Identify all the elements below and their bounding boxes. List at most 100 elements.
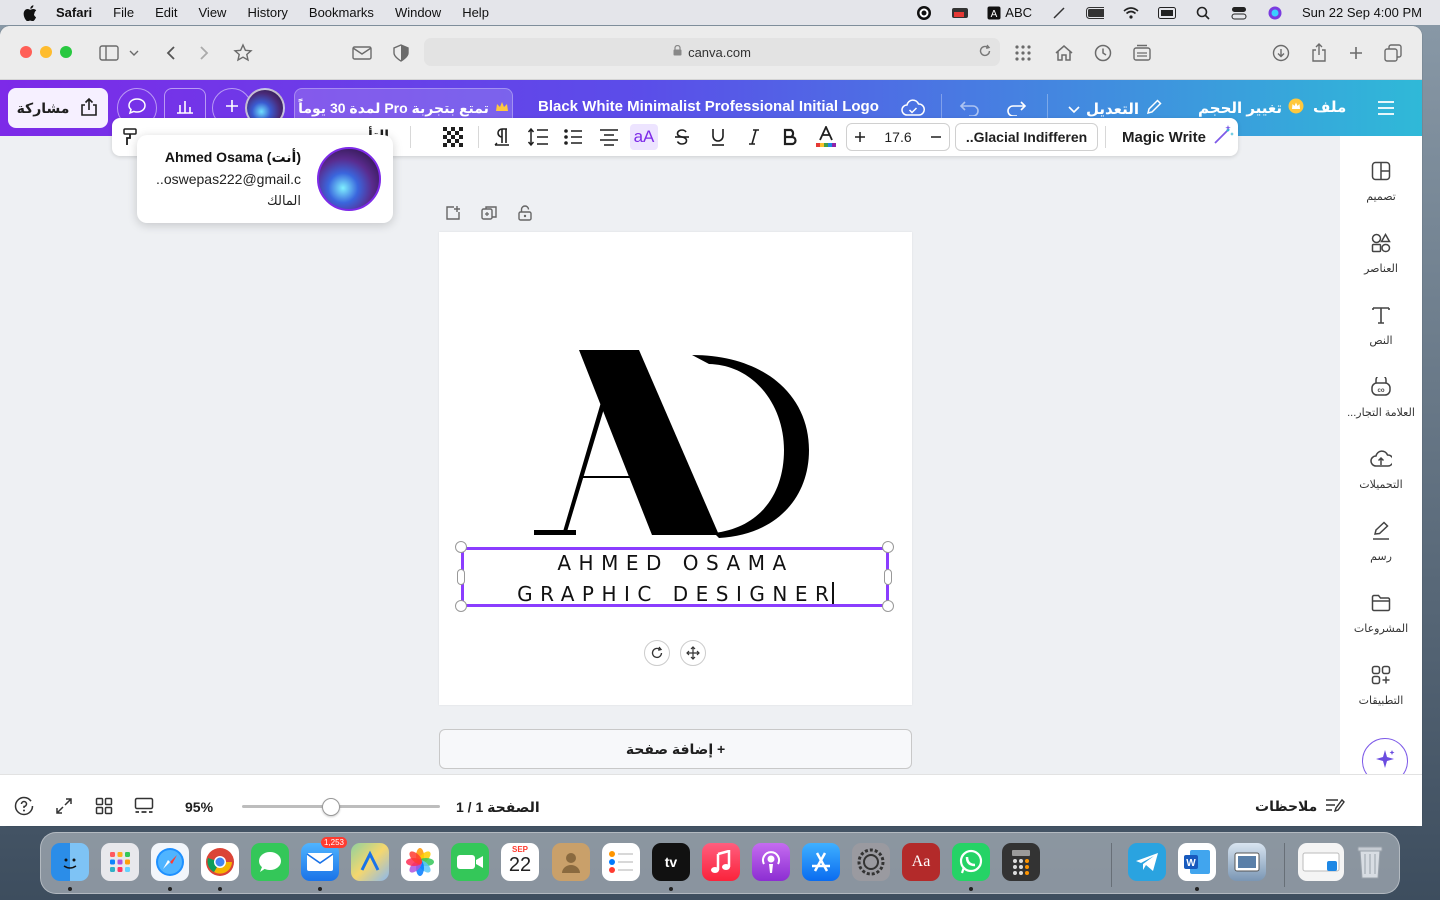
duplicate-page-icon[interactable] xyxy=(476,200,502,226)
align-center-icon[interactable] xyxy=(595,124,623,150)
downloads-icon[interactable] xyxy=(1268,40,1294,66)
calendar-icon[interactable]: SEP 22 xyxy=(501,843,539,881)
sidebar-toggle-icon[interactable] xyxy=(96,40,122,66)
menu-view[interactable]: View xyxy=(199,5,227,20)
menu-file[interactable]: File xyxy=(113,5,134,20)
microsoft-word-icon[interactable]: W xyxy=(1178,843,1216,881)
wifi-icon[interactable] xyxy=(1122,6,1140,20)
spotlight-search-icon[interactable] xyxy=(1194,6,1212,20)
redo-icon[interactable] xyxy=(1004,96,1028,120)
control-center-icon[interactable] xyxy=(1230,6,1248,20)
text-direction-icon[interactable] xyxy=(488,124,516,150)
side-panel-brand[interactable]: co العلامة التجار... xyxy=(1340,374,1422,438)
help-icon[interactable] xyxy=(13,795,35,817)
downloads-stack-icon[interactable] xyxy=(1298,843,1344,881)
font-family-selector[interactable]: ..Glacial Indifferen xyxy=(955,123,1098,151)
tab-overview-icon[interactable] xyxy=(1129,40,1155,66)
menu-bookmarks[interactable]: Bookmarks xyxy=(309,5,374,20)
edit-mode-button[interactable]: التعديل xyxy=(1068,98,1163,120)
font-size-value[interactable]: 17.6 xyxy=(884,129,911,145)
tabs-overview-icon[interactable] xyxy=(1380,40,1406,66)
forward-icon[interactable] xyxy=(191,40,217,66)
siri-icon[interactable] xyxy=(1266,6,1284,20)
close-window-button[interactable] xyxy=(20,46,32,58)
move-icon[interactable] xyxy=(680,640,706,666)
add-note-icon[interactable] xyxy=(440,200,466,226)
file-menu-button[interactable]: ملف xyxy=(1313,98,1346,116)
battery-app-icon[interactable] xyxy=(951,6,969,20)
italic-icon[interactable] xyxy=(740,124,768,150)
telegram-icon[interactable] xyxy=(1128,843,1166,881)
side-panel-elements[interactable]: العناصر xyxy=(1340,230,1422,294)
strikethrough-icon[interactable] xyxy=(668,124,696,150)
zoom-slider-track[interactable] xyxy=(242,805,440,808)
design-page[interactable]: AHMED OSAMA GRAPHIC DESIGNER xyxy=(439,232,912,705)
pen-off-icon[interactable] xyxy=(1050,6,1068,20)
back-icon[interactable] xyxy=(158,40,184,66)
whatsapp-icon[interactable] xyxy=(952,843,990,881)
text-line-title[interactable]: GRAPHIC DESIGNER xyxy=(439,582,912,606)
menubar-datetime[interactable]: Sun 22 Sep 4:00 PM xyxy=(1302,5,1422,20)
page-view-icon[interactable] xyxy=(133,795,155,817)
resize-button[interactable]: تغيير الحجم xyxy=(1198,98,1304,118)
system-settings-icon[interactable] xyxy=(852,843,890,881)
side-panel-uploads[interactable]: التحميلات xyxy=(1340,446,1422,510)
podcasts-icon[interactable] xyxy=(752,843,790,881)
mail-app-icon[interactable]: 1,253 xyxy=(301,837,347,881)
document-title[interactable]: Black White Minimalist Professional Init… xyxy=(538,98,879,115)
facetime-icon[interactable] xyxy=(451,843,489,881)
mail-icon[interactable] xyxy=(349,40,375,66)
bold-icon[interactable] xyxy=(776,124,804,150)
share-button[interactable]: مشاركة xyxy=(8,88,108,128)
menu-history[interactable]: History xyxy=(247,5,287,20)
contacts-icon[interactable] xyxy=(552,843,590,881)
reminders-icon[interactable] xyxy=(602,843,640,881)
minimize-window-button[interactable] xyxy=(40,46,52,58)
zoom-level[interactable]: 95% xyxy=(185,799,213,815)
app-store-icon[interactable] xyxy=(802,843,840,881)
share-icon[interactable] xyxy=(1306,40,1332,66)
side-panel-projects[interactable]: المشروعات xyxy=(1340,590,1422,654)
font-size-increase-icon[interactable] xyxy=(855,129,865,145)
side-panel-design[interactable]: تصميم xyxy=(1340,158,1422,222)
side-panel-apps[interactable]: التطبيقات xyxy=(1340,662,1422,726)
menu-window[interactable]: Window xyxy=(395,5,441,20)
messages-icon[interactable] xyxy=(251,843,289,881)
input-source[interactable]: A ABC xyxy=(987,5,1032,20)
grid-view-icon[interactable] xyxy=(93,795,115,817)
side-panel-draw[interactable]: رسم xyxy=(1340,518,1422,582)
history-clock-icon[interactable] xyxy=(1090,40,1116,66)
bulleted-list-icon[interactable] xyxy=(559,124,587,150)
magic-write-button[interactable]: Magic Write xyxy=(1122,123,1234,151)
menu-help[interactable]: Help xyxy=(462,5,489,20)
underline-icon[interactable] xyxy=(704,124,732,150)
apple-icon[interactable] xyxy=(20,3,40,23)
notes-button[interactable]: ملاحظات xyxy=(1255,797,1346,816)
calculator-icon[interactable] xyxy=(1002,843,1040,881)
trash-icon[interactable] xyxy=(1351,843,1389,881)
fullscreen-icon[interactable] xyxy=(53,795,75,817)
transparency-icon[interactable] xyxy=(439,124,467,150)
zoom-window-button[interactable] xyxy=(60,46,72,58)
preview-icon[interactable] xyxy=(1228,843,1266,881)
extensions-grid-icon[interactable] xyxy=(1010,40,1036,66)
side-panel-text[interactable]: النص xyxy=(1340,302,1422,366)
privacy-shield-icon[interactable] xyxy=(388,40,414,66)
safari-app-icon[interactable] xyxy=(151,843,189,881)
cloud-saved-icon[interactable] xyxy=(901,96,925,120)
letter-case-button[interactable]: aA xyxy=(630,124,658,150)
home-icon[interactable] xyxy=(1051,40,1077,66)
spacing-icon[interactable] xyxy=(524,124,552,150)
add-page-button[interactable]: + إضافة صفحة xyxy=(439,729,912,769)
keyboard-icon[interactable] xyxy=(1158,6,1177,20)
bookmark-star-icon[interactable] xyxy=(230,40,256,66)
hamburger-menu-icon[interactable] xyxy=(1374,96,1398,120)
apple-tv-icon[interactable]: tv xyxy=(652,843,690,881)
photos-icon[interactable] xyxy=(401,843,439,881)
new-tab-icon[interactable] xyxy=(1343,40,1369,66)
page-indicator[interactable]: الصفحة 1 / 1 xyxy=(456,799,540,816)
music-icon[interactable] xyxy=(702,843,740,881)
lock-page-icon[interactable] xyxy=(512,200,538,226)
address-bar[interactable]: canva.com xyxy=(424,38,1000,66)
reload-icon[interactable] xyxy=(978,44,992,61)
